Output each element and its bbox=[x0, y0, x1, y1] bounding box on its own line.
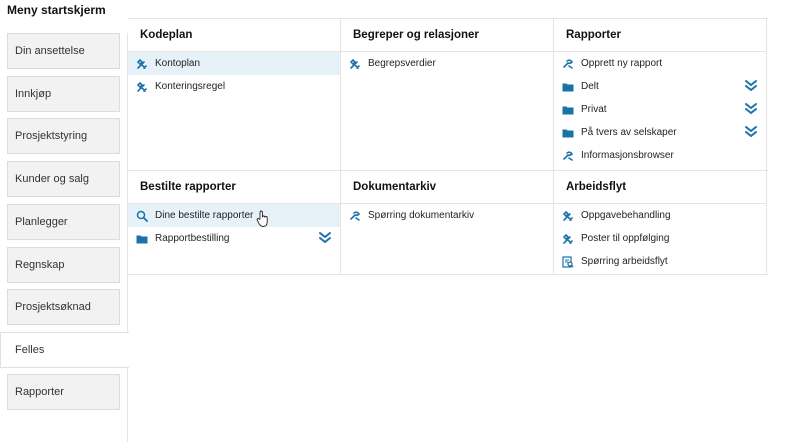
menu-item-label: Oppgavebehandling bbox=[581, 210, 671, 221]
tools-icon bbox=[136, 81, 148, 93]
folder-icon bbox=[562, 104, 574, 116]
tab-felles[interactable]: Felles bbox=[0, 332, 129, 368]
tab-label: Rapporter bbox=[15, 386, 64, 398]
tools-icon bbox=[349, 58, 361, 70]
menu-item-label: Rapportbestilling bbox=[155, 233, 230, 244]
menu-item-sporring-arbeidsflyt[interactable]: Spørring arbeidsflyt bbox=[554, 250, 766, 273]
module-tabs: Din ansettelse Innkjøp Prosjektstyring K… bbox=[0, 33, 129, 442]
report-icon bbox=[349, 210, 361, 222]
tab-innkjop[interactable]: Innkjøp bbox=[7, 76, 120, 112]
tab-din-ansettelse[interactable]: Din ansettelse bbox=[7, 33, 120, 69]
menu-item-delt[interactable]: Delt bbox=[554, 75, 766, 98]
menu-item-informasjonsbrowser[interactable]: Informasjonsbrowser bbox=[554, 144, 766, 167]
menu-item-label: Spørring arbeidsflyt bbox=[581, 256, 668, 267]
menu-item-sporring-dokumentarkiv[interactable]: Spørring dokumentarkiv bbox=[341, 204, 553, 227]
section-kodeplan: Kodeplan Kontoplan Konteringsregel bbox=[128, 18, 341, 170]
tab-label: Din ansettelse bbox=[15, 45, 85, 57]
chevron-double-down-icon[interactable] bbox=[744, 102, 758, 116]
menu-item-label: Kontoplan bbox=[155, 58, 201, 69]
grid-bottom-border bbox=[128, 274, 768, 275]
tab-label: Regnskap bbox=[15, 259, 65, 271]
tab-prosjektsoknad[interactable]: Prosjektsøknad bbox=[7, 289, 120, 325]
hand-cursor-icon bbox=[256, 210, 270, 228]
folder-icon bbox=[562, 127, 574, 139]
section-rapporter: Rapporter Opprett ny rapport Delt Privat… bbox=[554, 18, 767, 170]
section-bestilte-rapporter: Bestilte rapporter Dine bestilte rapport… bbox=[128, 170, 341, 274]
menu-item-dine-bestilte-rapporter[interactable]: Dine bestilte rapporter bbox=[128, 204, 340, 227]
menu-item-label: Spørring dokumentarkiv bbox=[368, 210, 475, 221]
report-icon bbox=[562, 150, 574, 162]
folder-icon bbox=[136, 233, 148, 245]
tools-icon bbox=[136, 58, 148, 70]
section-dokumentarkiv: Dokumentarkiv Spørring dokumentarkiv bbox=[341, 170, 554, 274]
chevron-double-down-icon[interactable] bbox=[744, 79, 758, 93]
menu-item-poster-til-oppfolging[interactable]: Poster til oppfølging bbox=[554, 227, 766, 250]
menu-item-rapportbestilling[interactable]: Rapportbestilling bbox=[128, 227, 340, 250]
tab-prosjektstyring[interactable]: Prosjektstyring bbox=[7, 118, 120, 154]
tab-label: Felles bbox=[15, 344, 45, 356]
menu-item-label: Dine bestilte rapporter bbox=[155, 210, 254, 221]
report-icon bbox=[562, 58, 574, 70]
tab-label: Kunder og salg bbox=[15, 173, 89, 185]
menu-item-kontoplan[interactable]: Kontoplan bbox=[128, 52, 340, 75]
section-title: Kodeplan bbox=[128, 18, 340, 52]
section-arbeidsflyt: Arbeidsflyt Oppgavebehandling Poster til… bbox=[554, 170, 767, 274]
menu-item-oppgavebehandling[interactable]: Oppgavebehandling bbox=[554, 204, 766, 227]
tab-planlegger[interactable]: Planlegger bbox=[7, 204, 120, 240]
menu-item-label: På tvers av selskaper bbox=[581, 127, 677, 138]
page-title: Meny startskjerm bbox=[7, 3, 106, 17]
section-title: Rapporter bbox=[554, 18, 766, 52]
tab-label: Prosjektsøknad bbox=[15, 301, 91, 313]
menu-item-begrepsverdier[interactable]: Begrepsverdier bbox=[341, 52, 553, 75]
tab-label: Innkjøp bbox=[15, 88, 52, 100]
section-title: Dokumentarkiv bbox=[341, 170, 553, 204]
tab-label: Prosjektstyring bbox=[15, 130, 88, 142]
tab-regnskap[interactable]: Regnskap bbox=[7, 247, 120, 283]
section-title: Arbeidsflyt bbox=[554, 170, 766, 204]
tools-icon bbox=[562, 233, 574, 245]
section-title: Begreper og relasjoner bbox=[341, 18, 553, 52]
tab-rapporter[interactable]: Rapporter bbox=[7, 374, 120, 410]
tab-kunder-og-salg[interactable]: Kunder og salg bbox=[7, 161, 120, 197]
menu-item-privat[interactable]: Privat bbox=[554, 98, 766, 121]
menu-item-label: Informasjonsbrowser bbox=[581, 150, 674, 161]
section-begreper: Begreper og relasjoner Begrepsverdier bbox=[341, 18, 554, 170]
query-icon bbox=[562, 255, 574, 268]
menu-item-opprett-ny-rapport[interactable]: Opprett ny rapport bbox=[554, 52, 766, 75]
menu-item-konteringsregel[interactable]: Konteringsregel bbox=[128, 75, 340, 98]
menu-item-label: Begrepsverdier bbox=[368, 58, 436, 69]
menu-item-label: Poster til oppfølging bbox=[581, 233, 670, 244]
chevron-double-down-icon[interactable] bbox=[744, 125, 758, 139]
menu-item-label: Konteringsregel bbox=[155, 81, 226, 92]
menu-item-label: Privat bbox=[581, 104, 607, 115]
search-icon bbox=[136, 210, 148, 222]
tab-label: Planlegger bbox=[15, 216, 68, 228]
section-title: Bestilte rapporter bbox=[128, 170, 340, 204]
menu-item-pa-tvers-av-selskaper[interactable]: På tvers av selskaper bbox=[554, 121, 766, 144]
menu-item-label: Opprett ny rapport bbox=[581, 58, 663, 69]
folder-icon bbox=[562, 81, 574, 93]
menu-item-label: Delt bbox=[581, 81, 599, 92]
chevron-double-down-icon[interactable] bbox=[318, 231, 332, 245]
tools-icon bbox=[562, 210, 574, 222]
